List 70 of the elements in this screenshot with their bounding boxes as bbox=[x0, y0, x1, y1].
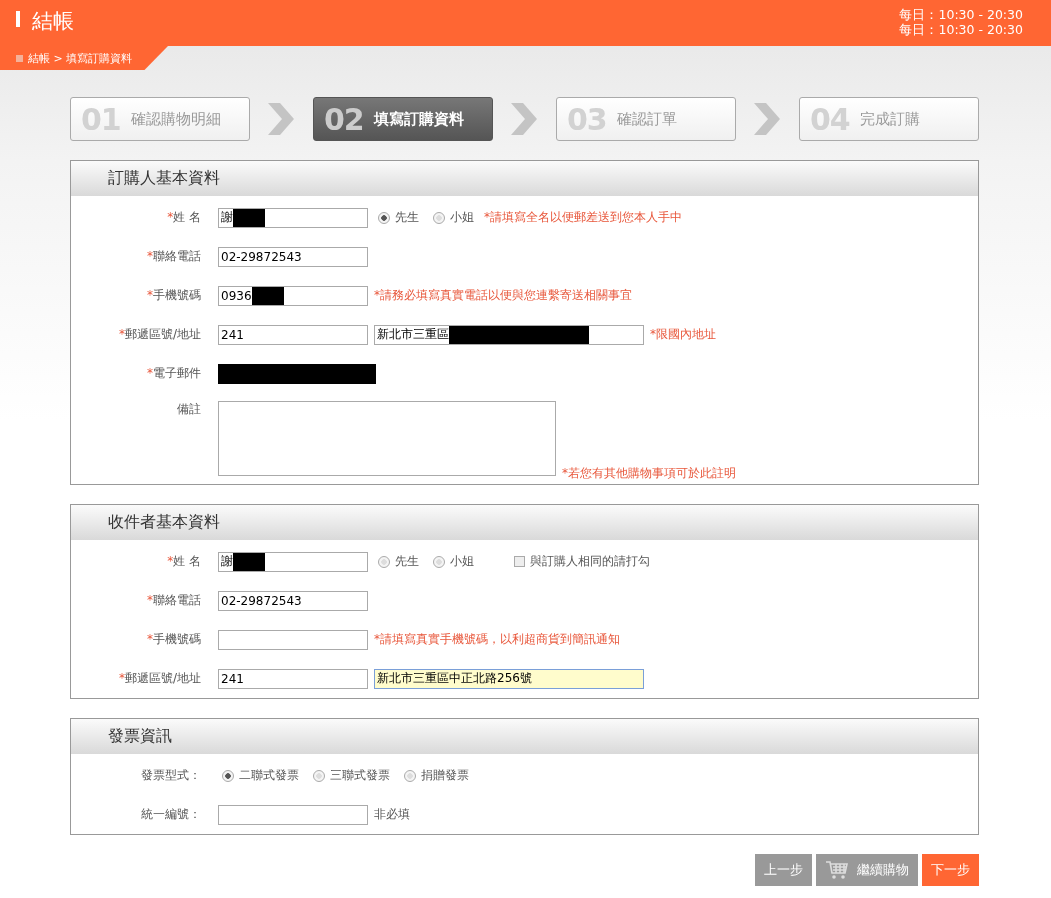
input-field[interactable]: 02-29872543 bbox=[218, 590, 368, 611]
field-label: 手機號碼 bbox=[153, 287, 201, 304]
required-mark: * bbox=[167, 554, 174, 568]
panel-title: 發票資訊 bbox=[108, 726, 172, 747]
hours-text: 每日：10:30 - 20:30 bbox=[899, 7, 1023, 22]
radio-button[interactable] bbox=[433, 211, 445, 224]
field-label: 發票型式： bbox=[141, 767, 201, 784]
field-label: 姓 名 bbox=[173, 209, 201, 226]
required-mark: * bbox=[118, 671, 125, 685]
field-label: 郵遞區號/地址 bbox=[124, 670, 201, 687]
input-field[interactable]: 謝 bbox=[218, 207, 368, 228]
page-title: 結帳 bbox=[32, 8, 74, 35]
step-label: 完成訂購 bbox=[859, 109, 920, 129]
field-label: 統一編號： bbox=[141, 806, 201, 823]
required-mark: * bbox=[147, 593, 153, 607]
step-label: 確認訂單 bbox=[616, 109, 677, 129]
field-label: 姓 名 bbox=[173, 553, 201, 570]
radio-label: 三聯式發票 bbox=[330, 767, 390, 784]
checkbox[interactable] bbox=[514, 556, 525, 567]
radio-button[interactable] bbox=[378, 555, 390, 568]
field-label: 手機號碼 bbox=[153, 631, 201, 648]
input-field[interactable]: 新北市三重區中正北路256號 bbox=[374, 668, 644, 689]
step-label: 確認購物明細 bbox=[130, 109, 221, 129]
input-field[interactable]: 241 bbox=[218, 668, 368, 689]
input-field[interactable]: 02-29872543 bbox=[218, 246, 368, 267]
radio-label: 先生 bbox=[395, 553, 419, 570]
radio-label: 捐贈發票 bbox=[421, 767, 469, 784]
hours-text: 每日：10:30 - 20:30 bbox=[899, 22, 1023, 37]
step-number: 02 bbox=[324, 101, 364, 137]
field-label: 郵遞區號/地址 bbox=[124, 326, 201, 343]
required-mark: * bbox=[167, 210, 174, 224]
hint-text: *請填寫真實手機號碼，以利超商貨到簡訊通知 bbox=[374, 631, 620, 648]
panel-title: 訂購人基本資料 bbox=[108, 168, 220, 189]
hint-text: *請務必填寫真實電話以便與您連繫寄送相關事宜 bbox=[374, 287, 632, 304]
required-mark: * bbox=[147, 249, 153, 263]
input-field[interactable]: 241 bbox=[218, 324, 368, 345]
input-field[interactable] bbox=[218, 629, 368, 650]
radio-label: 先生 bbox=[395, 209, 419, 226]
breadcrumb-text: 結帳 > 填寫訂購資料 bbox=[28, 50, 133, 66]
field-label: 聯絡電話 bbox=[153, 592, 201, 609]
remarks-field[interactable] bbox=[218, 401, 556, 476]
required-mark: * bbox=[147, 632, 153, 646]
input-field[interactable]: 新北市三重區 bbox=[374, 324, 644, 345]
radio-label: 二聯式發票 bbox=[239, 767, 299, 784]
required-mark: * bbox=[118, 327, 125, 341]
hint-text: *若您有其他購物事項可於此註明 bbox=[562, 466, 736, 480]
cart-icon bbox=[825, 860, 849, 880]
input-field[interactable] bbox=[218, 804, 368, 825]
hint-text: *請填寫全名以便郵差送到您本人手中 bbox=[484, 209, 682, 226]
panel-title: 收件者基本資料 bbox=[108, 512, 220, 533]
bullet-icon bbox=[16, 54, 23, 62]
radio-button[interactable] bbox=[433, 555, 445, 568]
checkbox-label: 與訂購人相同的請打勾 bbox=[530, 553, 650, 570]
input-field[interactable]: 謝 bbox=[218, 551, 368, 572]
input-field[interactable]: 0936 bbox=[218, 285, 368, 306]
field-label: 聯絡電話 bbox=[153, 248, 201, 265]
radio-button[interactable] bbox=[378, 211, 390, 224]
required-mark: * bbox=[147, 366, 153, 380]
hint-text: *限國內地址 bbox=[650, 326, 716, 343]
required-mark: * bbox=[147, 288, 153, 302]
radio-label: 小姐 bbox=[450, 209, 474, 226]
hint-text: 非必填 bbox=[374, 806, 410, 823]
radio-button[interactable] bbox=[313, 769, 325, 782]
radio-button[interactable] bbox=[222, 769, 234, 782]
field-label: 備註 bbox=[177, 401, 201, 418]
title-marker-icon bbox=[16, 11, 20, 27]
field-label: 電子郵件 bbox=[153, 365, 201, 382]
step-label: 填寫訂購資料 bbox=[373, 109, 464, 129]
radio-button[interactable] bbox=[404, 769, 416, 782]
radio-label: 小姐 bbox=[450, 553, 474, 570]
